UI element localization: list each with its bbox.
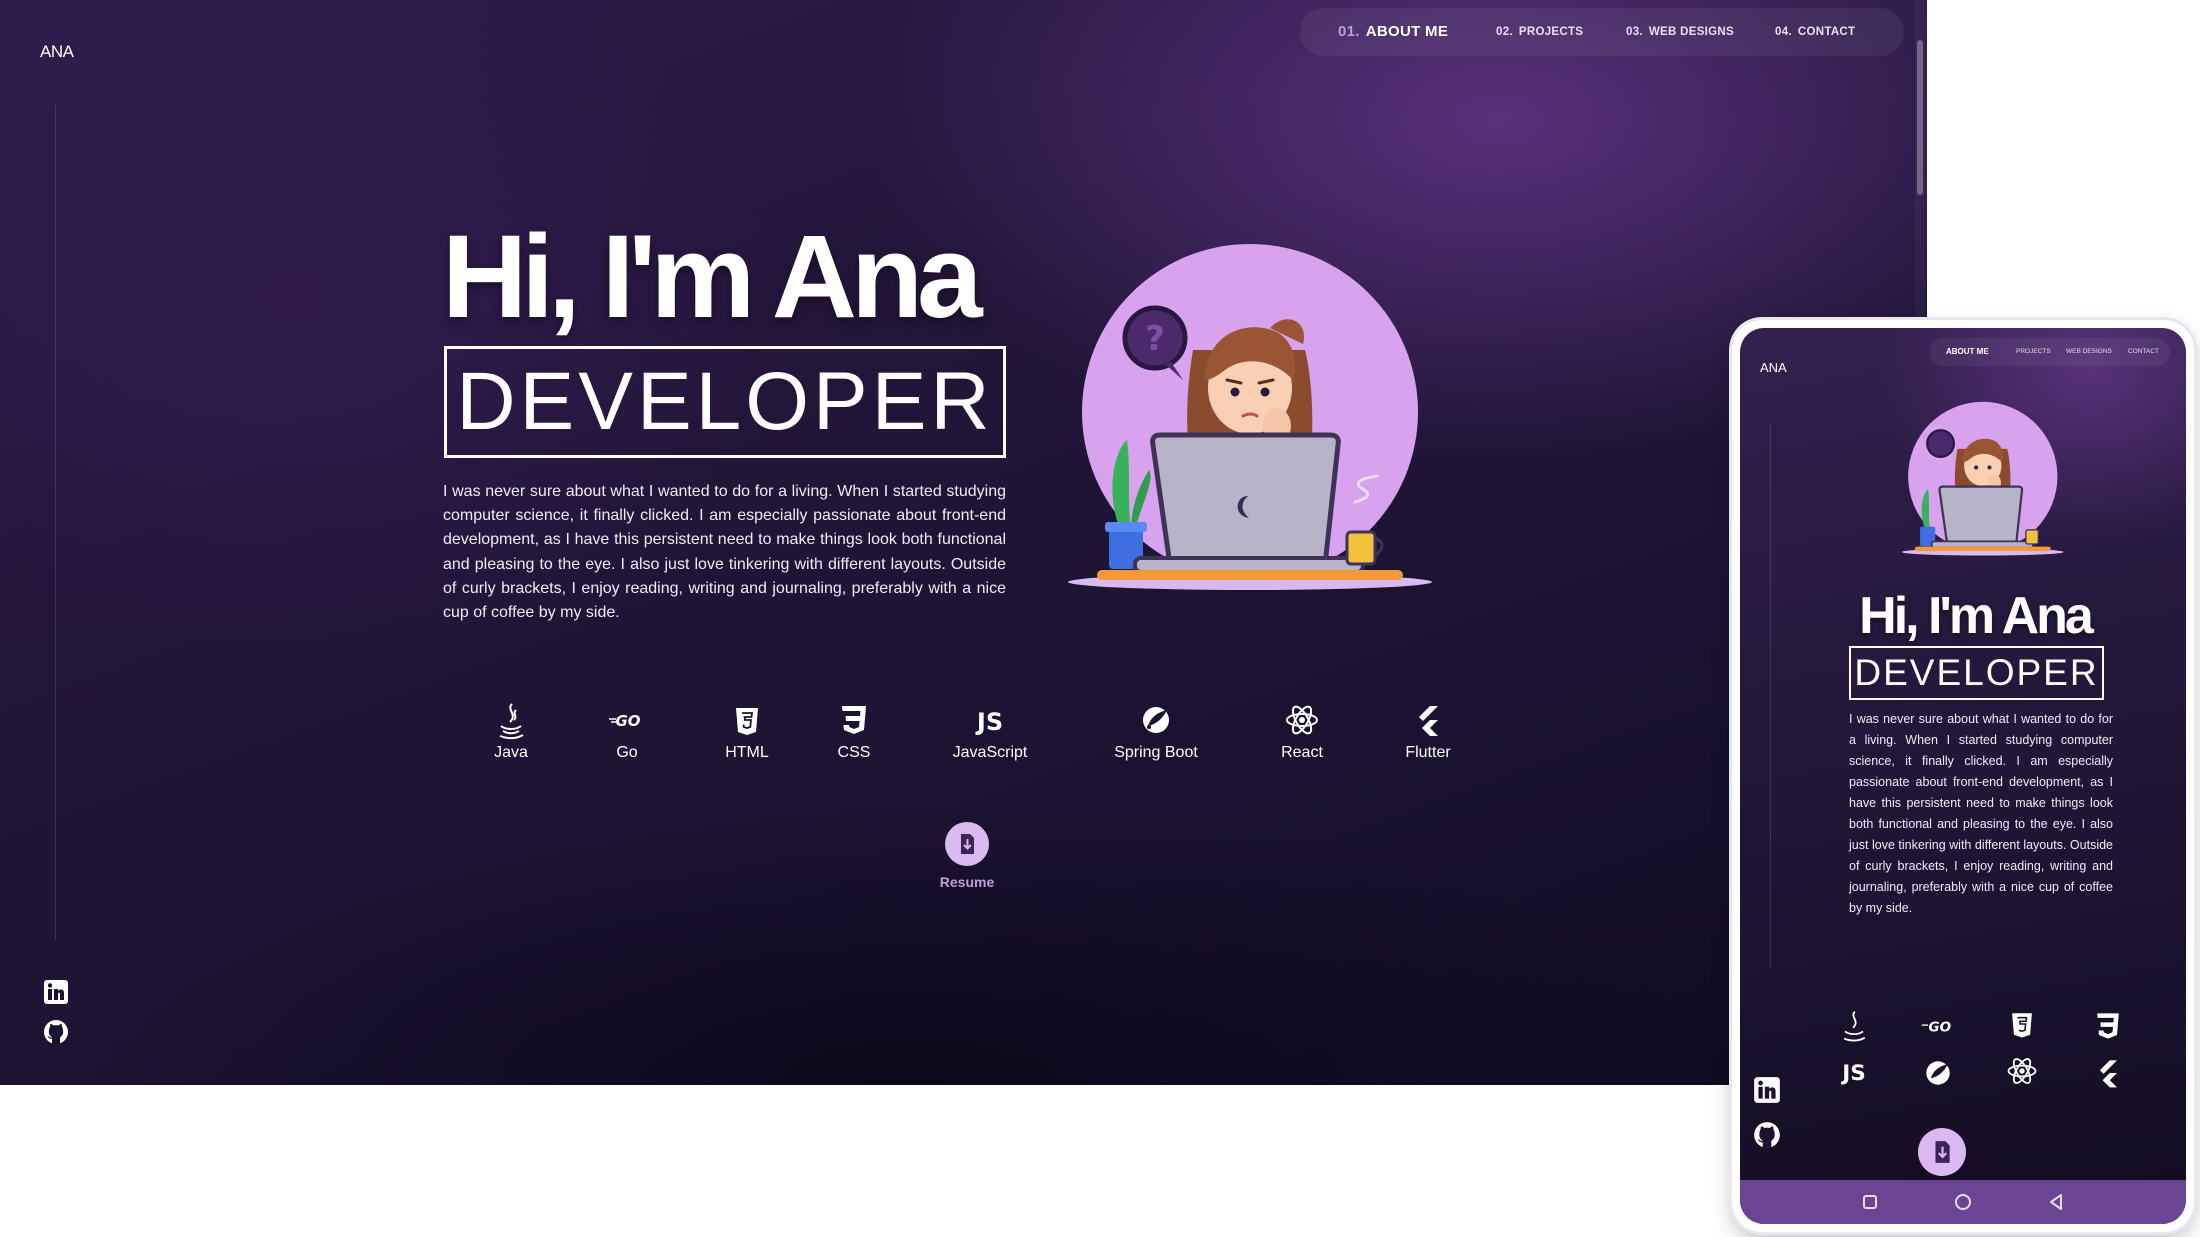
resume-button[interactable] [1918,1128,1966,1176]
side-divider [1770,423,1771,968]
spring-icon [1143,707,1169,733]
phone-mockup: ANA ABOUT ME PROJECTS WEB DESIGNS CONTAC… [1732,320,2194,1232]
mobile-nav: ABOUT ME PROJECTS WEB DESIGNS CONTACT [1930,338,2170,366]
download-file-icon [961,834,974,854]
download-file-icon [1935,1141,1950,1163]
role-text: DEVELOPER [1854,652,2099,693]
skill-label: Java [494,744,528,761]
nav-label: WEB DESIGNS [1648,26,1734,38]
android-nav-bar [1740,1180,2186,1224]
hero-title: Hi, I'm Ana [442,211,983,343]
nav-item-contact[interactable]: 04. CONTACT [1775,8,1855,56]
nav-number: 02. [1496,26,1513,38]
site-logo[interactable]: ANA [1760,360,1787,375]
nav-item-about-me[interactable]: ABOUT ME [1946,338,1989,366]
flutter-icon [1419,706,1438,736]
resume-label[interactable]: Resume [917,874,1017,890]
css3-icon [842,706,866,734]
skill-java: Java [451,700,571,762]
java-icon [499,703,524,740]
html5-icon [2012,1013,2032,1038]
linkedin-icon[interactable] [42,978,70,1006]
nav-number: 01. [1338,23,1360,40]
github-icon[interactable] [42,1018,70,1046]
recent-apps-icon[interactable] [1858,1190,1882,1214]
girl-with-laptop-illustration: ? [1068,244,1432,590]
skill-spring-boot: Spring Boot [1096,700,1216,762]
skill-html: HTML [687,700,807,762]
skill-label: Spring Boot [1114,744,1198,761]
nav-item-web-designs[interactable]: 03. WEB DESIGNS [1626,8,1734,56]
nav-item-web-designs[interactable]: WEB DESIGNS [2066,338,2112,366]
skill-react: React [1242,700,1362,762]
skill-javascript: JS JavaScript [930,700,1050,762]
skill-flutter: Flutter [1368,700,1488,762]
html5-icon [736,708,758,735]
react-icon [2007,1058,2037,1084]
nav-item-contact[interactable]: CONTACT [2128,338,2159,366]
nav-number: 04. [1775,26,1792,38]
nav-item-about-me[interactable]: 01. ABOUT ME [1338,8,1448,56]
skill-label: HTML [725,744,769,761]
nav-item-projects[interactable]: 02. PROJECTS [1496,8,1583,56]
main-nav: 01. ABOUT ME 02. PROJECTS 03. WEB DESIGNS 0… [1300,8,1904,56]
nav-item-projects[interactable]: PROJECTS [2016,338,2051,366]
js-icon: JS [1840,1061,1866,1086]
side-divider [55,105,56,940]
go-icon: GO [609,712,641,730]
skill-label: React [1281,744,1323,761]
skill-label: JavaScript [952,744,1028,761]
nav-label: ABOUT ME [1365,23,1449,40]
skill-go: GO Go [567,700,687,762]
skill-css: CSS [794,700,914,762]
back-icon[interactable] [2044,1190,2068,1214]
svg-text:JS: JS [975,708,1003,736]
role-box: DEVELOPER [444,346,1006,458]
java-icon [1843,1010,1866,1042]
girl-with-laptop-illustration [1901,401,2064,556]
spring-icon [1926,1061,1950,1085]
skill-label: Go [616,744,638,761]
screenshot-stage: ANA 01. ABOUT ME 02. PROJECTS 03. WEB DESIG… [0,0,2200,1237]
scrollbar-thumb[interactable] [1917,40,1923,195]
nav-label: CONTACT [1797,26,1856,38]
site-logo[interactable]: ANA [40,42,74,62]
linkedin-icon[interactable] [1752,1075,1782,1105]
nav-label: PROJECTS [1518,26,1584,38]
js-icon: JS [975,708,1003,736]
react-icon [1286,705,1318,735]
desktop-view: ANA 01. ABOUT ME 02. PROJECTS 03. WEB DESIG… [0,0,1927,1085]
resume-button[interactable] [945,822,989,866]
home-icon[interactable] [1951,1190,1975,1214]
skill-label: CSS [837,744,871,761]
go-icon: GO [1921,1019,1952,1035]
role-text: DEVELOPER [456,356,994,447]
css3-icon [2097,1013,2119,1039]
role-box: DEVELOPER [1849,646,2104,700]
hero-title: Hi, I'm Ana [1859,587,2094,645]
github-icon[interactable] [1752,1120,1782,1150]
svg-text:GO: GO [1929,1019,1952,1035]
bio-paragraph: I was never sure about what I wanted to … [443,483,1006,622]
nav-number: 03. [1626,26,1643,38]
bio-paragraph: I was never sure about what I wanted to … [1849,712,2113,915]
svg-text:JS: JS [1840,1061,1866,1086]
svg-text:?: ? [1145,319,1165,359]
phone-screen: ANA ABOUT ME PROJECTS WEB DESIGNS CONTAC… [1740,328,2186,1224]
skill-label: Flutter [1405,744,1451,761]
flutter-icon [2099,1060,2117,1088]
svg-text:GO: GO [615,712,640,730]
